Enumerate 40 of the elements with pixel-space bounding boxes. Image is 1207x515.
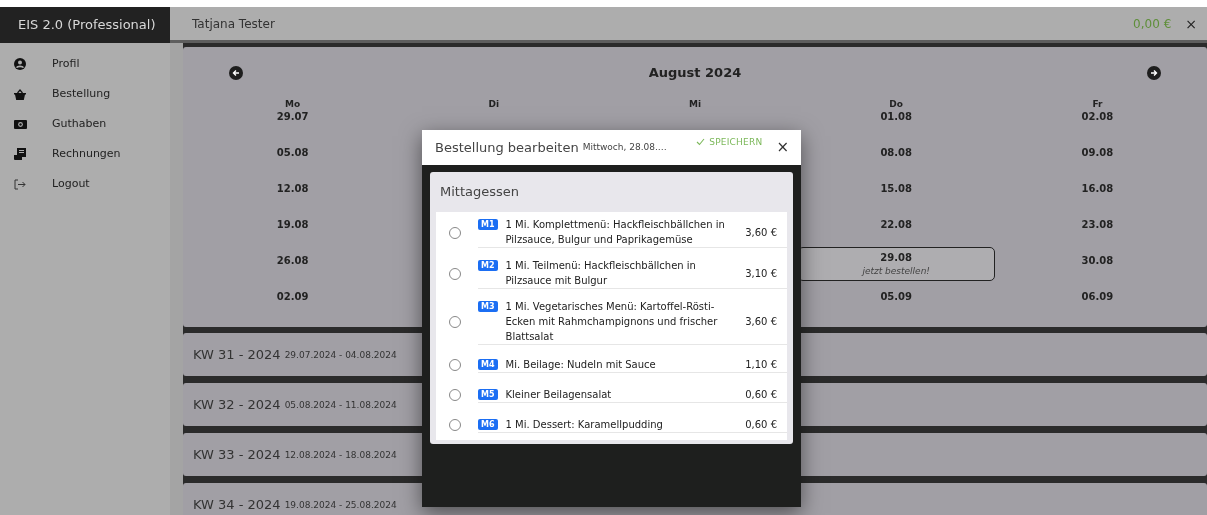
meal-code-badge: M1 — [478, 219, 498, 230]
meal-price: 3,10 € — [745, 266, 777, 281]
week-range: 29.07.2024 - 04.08.2024 — [284, 348, 397, 362]
week-range: 19.08.2024 - 25.08.2024 — [284, 498, 397, 512]
meal-code-badge: M6 — [478, 419, 498, 430]
dialog-title: Bestellung bearbeiten — [435, 138, 579, 157]
meal-price: 3,60 € — [745, 315, 777, 329]
meal-name: 1 Mi. Teilmenü: Hackfleischbällchen in Pilzsauce mit Bulgur — [505, 259, 697, 288]
week-range: 05.08.2024 - 11.08.2024 — [284, 398, 397, 412]
weekday-label: Di — [488, 97, 500, 111]
meal-name: 1 Mi. Vegetarisches Menü: Kartoffel-Rösti-Ecken mit Rahmchampignons und frischer Blattsalat — [505, 300, 719, 344]
weekday-label: Mi — [688, 97, 701, 111]
dialog-subtitle: Mittwoch, 28.08.… — [582, 140, 668, 154]
meal-price: 0,60 € — [745, 388, 777, 402]
meal-price: 1,10 € — [745, 358, 777, 372]
weekday-label: Mo — [285, 97, 301, 111]
user-name: Tatjana Tester — [192, 15, 276, 33]
month-title: August 2024 — [648, 64, 742, 82]
meal-name: Mi. Beilage: Nudeln mit Sauce — [505, 358, 657, 372]
week-title: KW 34 - 2024 — [193, 495, 281, 514]
meal-name: Kleiner Beilagensalat — [505, 388, 613, 402]
meal-price: 0,60 € — [745, 418, 777, 432]
week-title: KW 32 - 2024 — [193, 395, 281, 414]
order-hint: jetzt bestellen! — [862, 264, 930, 278]
meal-code-badge: M2 — [478, 260, 498, 271]
date-label: 29.08 — [880, 250, 912, 265]
meal-code-badge: M5 — [478, 389, 498, 400]
app-title: EIS 2.0 (Professional) — [0, 7, 170, 43]
meal-price: 3,60 € — [745, 225, 777, 240]
weekday-label: Fr — [1092, 97, 1103, 111]
section-title: Mittagessen — [439, 183, 521, 202]
week-range: 12.08.2024 - 18.08.2024 — [284, 448, 397, 462]
week-title: KW 31 - 2024 — [193, 345, 281, 364]
weekday-label: Do — [889, 97, 903, 111]
meal-code-badge: M3 — [478, 301, 498, 312]
meal-code-badge: M4 — [478, 359, 498, 370]
meal-name: 1 Mi. Dessert: Karamellpudding — [505, 418, 664, 432]
balance: 0,00 € — [1133, 15, 1172, 33]
week-title: KW 33 - 2024 — [193, 445, 281, 464]
meal-name: 1 Mi. Komplettmenü: Hackfleischbällchen in Pilzsauce, Bulgur und Paprikagemüse — [505, 218, 726, 247]
